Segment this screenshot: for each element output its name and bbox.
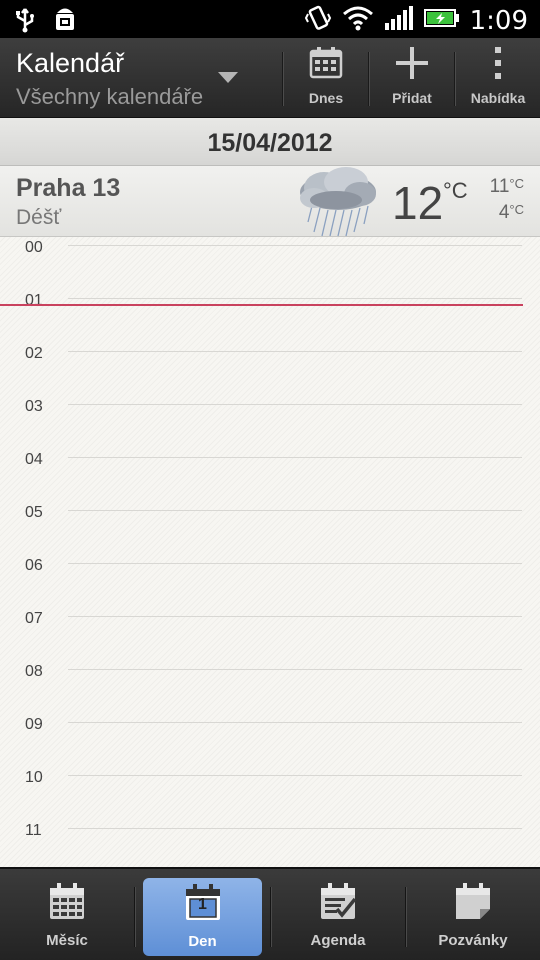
hour-slot[interactable]: 04 [0,449,540,502]
today-button-label: Dnes [308,90,344,106]
hour-label: 04 [25,451,43,468]
weather-condition: Déšť [16,206,62,229]
vibrate-icon [304,4,332,37]
add-event-button[interactable]: Přidat [370,38,454,118]
status-time: 1:09 [469,5,528,36]
hour-slot[interactable]: 06 [0,555,540,608]
hour-label: 05 [25,504,43,521]
hour-slot[interactable]: 03 [0,396,540,449]
hour-divider [68,351,522,352]
divider [282,52,283,106]
hour-divider [68,563,522,564]
hour-slot[interactable]: 11 [0,820,540,867]
hour-label: 02 [25,345,43,362]
hour-divider [68,245,522,246]
android-debug-icon [52,6,78,39]
dropdown-arrow-icon [218,72,238,83]
hour-divider [68,669,522,670]
plus-icon [394,47,430,84]
tab-month[interactable]: Měsíc [0,869,134,960]
hour-slot[interactable]: 09 [0,714,540,767]
action-bar: Kalendář Všechny kalendáře Dnes Přidat N… [0,38,540,118]
tab-agenda-label: Agenda [310,931,366,949]
tab-invitations-label: Pozvánky [438,931,508,949]
hour-divider [68,404,522,405]
weather-high: 11°C [490,176,524,198]
tab-month-label: Měsíc [46,931,88,949]
date-label: 15/04/2012 [207,129,333,157]
today-button[interactable]: Dnes [284,38,368,118]
menu-dots-icon [493,47,503,84]
bottom-tab-bar: Měsíc 1 Den Agenda Pozvánky [0,867,540,960]
hour-label: 03 [25,398,43,415]
weather-temperature: 12 [392,177,444,229]
hour-slot[interactable]: 07 [0,608,540,661]
wifi-icon [342,5,374,36]
hour-slot[interactable]: 00 [0,237,540,290]
hour-divider [68,775,522,776]
calendar-filter-label: Všechny kalendáře [16,84,204,109]
hour-slot[interactable]: 01 [0,290,540,343]
hour-label: 01 [25,292,43,309]
tab-day-label: Den [188,933,217,950]
weather-low: 4°C [499,202,524,224]
battery-charging-icon [423,8,460,33]
hour-label: 06 [25,557,43,574]
hour-slot[interactable]: 02 [0,343,540,396]
invitations-icon [454,882,492,926]
hour-divider [68,722,522,723]
hour-divider [68,828,522,829]
weather-temperature-unit: °C [443,178,468,203]
hour-divider [68,616,522,617]
status-bar: 1:09 [0,0,540,38]
hour-divider [68,298,522,299]
weather-city: Praha 13 [16,174,121,202]
agenda-icon [319,882,357,926]
app-title: Kalendář [16,48,125,78]
menu-button-label: Nabídka [470,90,526,106]
hour-divider [68,510,522,511]
divider [454,52,455,106]
menu-button[interactable]: Nabídka [456,38,540,118]
month-calendar-icon [48,882,86,926]
hour-slot[interactable]: 05 [0,502,540,555]
date-header[interactable]: 15/04/2012 [0,118,540,166]
signal-icon [384,5,414,36]
add-event-button-label: Přidat [392,90,432,106]
divider [134,887,135,947]
divider [368,52,369,106]
weather-low-value: 4 [498,202,510,223]
weather-low-unit: °C [509,202,524,217]
day-view-grid[interactable]: 00 01 02 03 04 05 06 07 08 09 10 11 [0,237,540,867]
usb-icon [14,7,36,38]
hour-slot[interactable]: 08 [0,661,540,714]
weather-high-value: 11 [489,176,510,197]
tab-invitations[interactable]: Pozvánky [406,869,540,960]
rain-cloud-icon [290,166,382,242]
calendar-today-icon [309,47,343,84]
day-badge: 1 [198,896,207,913]
hour-label: 00 [25,239,43,256]
hour-label: 09 [25,716,43,733]
hour-divider [68,457,522,458]
tab-agenda[interactable]: Agenda [271,869,405,960]
hour-slot[interactable]: 10 [0,767,540,820]
hour-label: 08 [25,663,43,680]
hour-label: 07 [25,610,43,627]
weather-high-unit: °C [509,176,524,191]
tab-day[interactable]: 1 Den [143,878,262,956]
current-time-indicator [0,304,523,306]
hour-label: 10 [25,769,43,786]
hour-label: 11 [25,822,42,839]
weather-panel[interactable]: Praha 13 Déšť 12 °C 11°C 4°C [0,166,540,237]
